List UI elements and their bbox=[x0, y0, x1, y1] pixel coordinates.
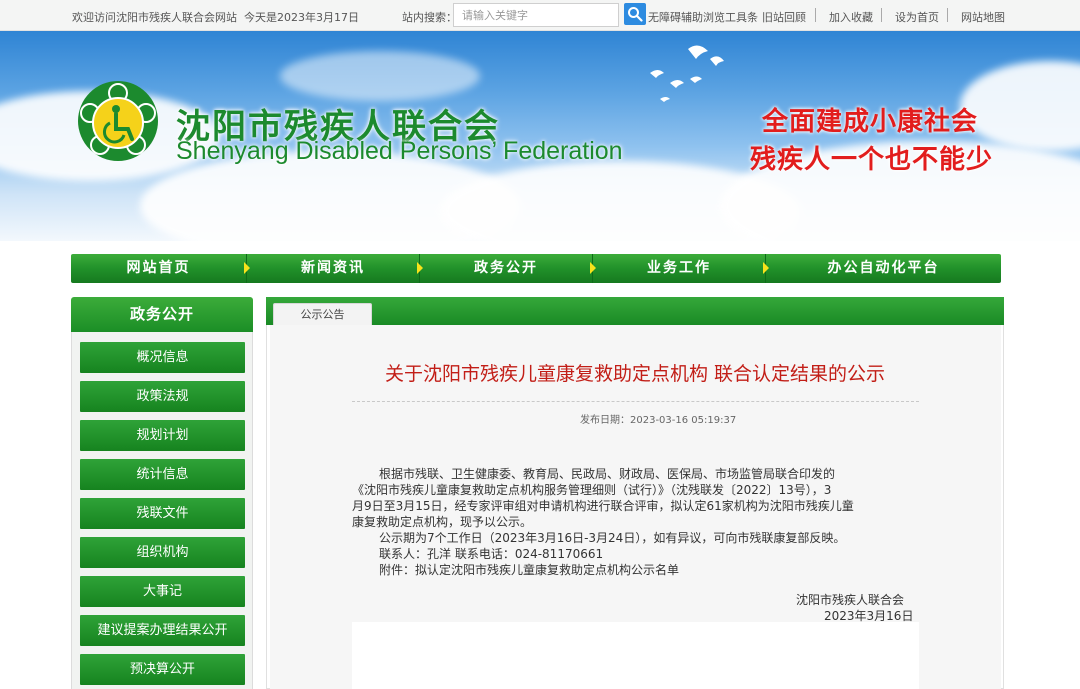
sidebar-item-events[interactable]: 大事记 bbox=[80, 576, 245, 607]
nav-item-office-platform[interactable]: 办公自动化平台 bbox=[765, 254, 1001, 283]
search-icon bbox=[628, 7, 643, 22]
main-nav: 网站首页 新闻资讯 政务公开 业务工作 办公自动化平台 bbox=[71, 254, 1001, 283]
sidebar-item-documents[interactable]: 残联文件 bbox=[80, 498, 245, 529]
search-input[interactable] bbox=[453, 3, 619, 27]
date-text: 今天是2023年3月17日 bbox=[244, 11, 359, 24]
set-homepage-link[interactable]: 设为首页 bbox=[895, 9, 939, 25]
arrow-icon bbox=[590, 262, 596, 274]
doves-decoration bbox=[650, 45, 724, 102]
contact-line: 联系人：孔洋 联系电话：024-81170661 bbox=[379, 547, 604, 561]
add-favorite-link[interactable]: 加入收藏 bbox=[829, 9, 873, 25]
nav-item-label: 新闻资讯 bbox=[301, 260, 365, 276]
attachment-link[interactable]: 附件：拟认定沈阳市残疾儿童康复救助定点机构公示名单 bbox=[379, 562, 679, 578]
sidebar-item-organization[interactable]: 组织机构 bbox=[80, 537, 245, 568]
cloud-decoration bbox=[280, 51, 480, 101]
nav-item-government-affairs[interactable]: 政务公开 bbox=[419, 254, 596, 283]
article-paragraph-line: 《沈阳市残疾儿童康复救助定点机构服务管理细则（试行）》（沈残联发〔2022〕13… bbox=[352, 483, 832, 497]
sidebar-item-overview[interactable]: 概况信息 bbox=[80, 342, 245, 373]
slogan-line-2: 残疾人一个也不能少 bbox=[750, 145, 994, 175]
article-paragraph-line: 根据市残联、卫生健康委、教育局、民政局、财政局、医保局、市场监管局联合印发的 bbox=[379, 467, 836, 481]
arrow-icon bbox=[417, 262, 423, 274]
nav-item-label: 政务公开 bbox=[474, 260, 538, 276]
org-name-en: Shenyang Disabled Persons’ Federation bbox=[176, 137, 623, 165]
header-banner: 沈阳市残疾人联合会 Shenyang Disabled Persons’ Fed… bbox=[0, 31, 1080, 241]
top-bar: 欢迎访问沈阳市残疾人联合会网站 今天是2023年3月17日 站内搜索： 无障碍辅… bbox=[0, 0, 1080, 31]
divider bbox=[352, 401, 919, 402]
article-paragraph-line: 康复救助定点机构，现予以公示。 bbox=[352, 515, 533, 529]
sidebar-item-statistics[interactable]: 统计信息 bbox=[80, 459, 245, 490]
divider bbox=[815, 8, 816, 22]
welcome-text: 欢迎访问沈阳市残疾人联合会网站 bbox=[72, 11, 237, 24]
content-header-bar bbox=[266, 297, 1004, 325]
signature-org: 沈阳市残疾人联合会 bbox=[796, 593, 905, 607]
signature-date: 2023年3月16日 bbox=[824, 609, 914, 623]
divider bbox=[881, 8, 882, 22]
federation-logo-icon bbox=[78, 81, 158, 161]
sidebar-title: 政务公开 bbox=[71, 297, 253, 332]
arrow-icon bbox=[244, 262, 250, 274]
sidebar-item-proposals[interactable]: 建议提案办理结果公开 bbox=[80, 615, 245, 646]
nav-item-label: 网站首页 bbox=[126, 260, 191, 276]
nav-item-label: 办公自动化平台 bbox=[827, 260, 940, 276]
accessibility-toolbar-link[interactable]: 无障碍辅助浏览工具条 bbox=[648, 9, 758, 25]
nav-item-label: 业务工作 bbox=[647, 260, 711, 276]
nav-item-home[interactable]: 网站首页 bbox=[71, 254, 250, 283]
arrow-icon bbox=[763, 262, 769, 274]
sitemap-link[interactable]: 网站地图 bbox=[961, 9, 1005, 25]
sidebar-item-plans[interactable]: 规划计划 bbox=[80, 420, 245, 451]
publish-date: 发布日期：2023-03-16 05:19:37 bbox=[580, 415, 737, 426]
article-title: 关于沈阳市残疾儿童康复救助定点机构 联合认定结果的公示 bbox=[384, 363, 886, 385]
divider bbox=[947, 8, 948, 22]
nav-item-business[interactable]: 业务工作 bbox=[592, 254, 769, 283]
old-site-link[interactable]: 旧站回顾 bbox=[762, 9, 806, 25]
search-button[interactable] bbox=[624, 3, 646, 25]
sidebar-item-policies[interactable]: 政策法规 bbox=[80, 381, 245, 412]
article-paper bbox=[352, 622, 919, 689]
article-paragraph-line: 月9日至3月15日，经专家评审组对申请机构进行联合评审，拟认定61家机构为沈阳市… bbox=[352, 499, 854, 513]
nav-item-news[interactable]: 新闻资讯 bbox=[246, 254, 423, 283]
search-label: 站内搜索： bbox=[402, 11, 457, 24]
article-paragraph-line: 公示期为7个工作日（2023年3月16日-3月24日），如有异议，可向市残联康复… bbox=[379, 531, 846, 545]
sidebar-item-budget[interactable]: 预决算公开 bbox=[80, 654, 245, 685]
tab-announcements[interactable]: 公示公告 bbox=[273, 303, 372, 325]
slogan-line-1: 全面建成小康社会 bbox=[762, 107, 979, 137]
